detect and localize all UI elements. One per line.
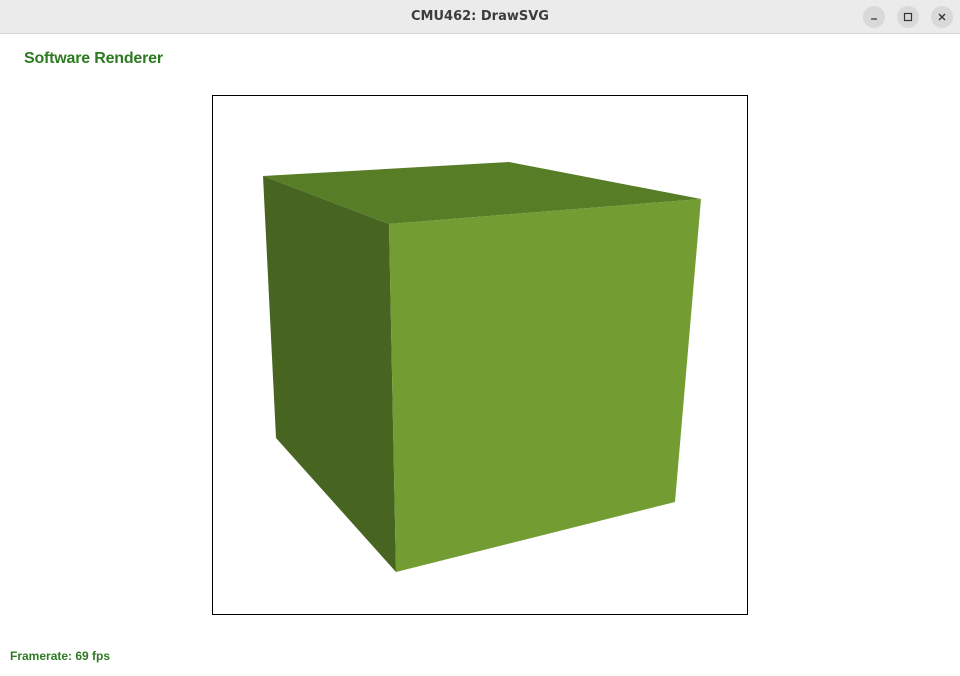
render-viewport[interactable]: [212, 95, 748, 615]
cube-left-face: [263, 176, 396, 572]
maximize-button[interactable]: [897, 6, 919, 28]
close-button[interactable]: [931, 6, 953, 28]
renderer-mode-label: Software Renderer: [24, 50, 163, 67]
maximize-icon: [903, 12, 913, 22]
framerate-label: Framerate:: [10, 649, 73, 663]
cube-front-face: [389, 199, 701, 572]
close-icon: [938, 13, 946, 21]
framerate-value: 69 fps: [75, 649, 111, 663]
cube-canvas: [263, 162, 701, 572]
title-bar[interactable]: CMU462: DrawSVG: [0, 0, 960, 34]
framerate-display: Framerate: 69 fps: [10, 649, 110, 663]
minimize-icon: [871, 18, 877, 20]
minimize-button[interactable]: [863, 6, 885, 28]
window-title: CMU462: DrawSVG: [411, 9, 549, 24]
app-window: CMU462: DrawSVG Software Renderer Framer…: [0, 0, 960, 676]
